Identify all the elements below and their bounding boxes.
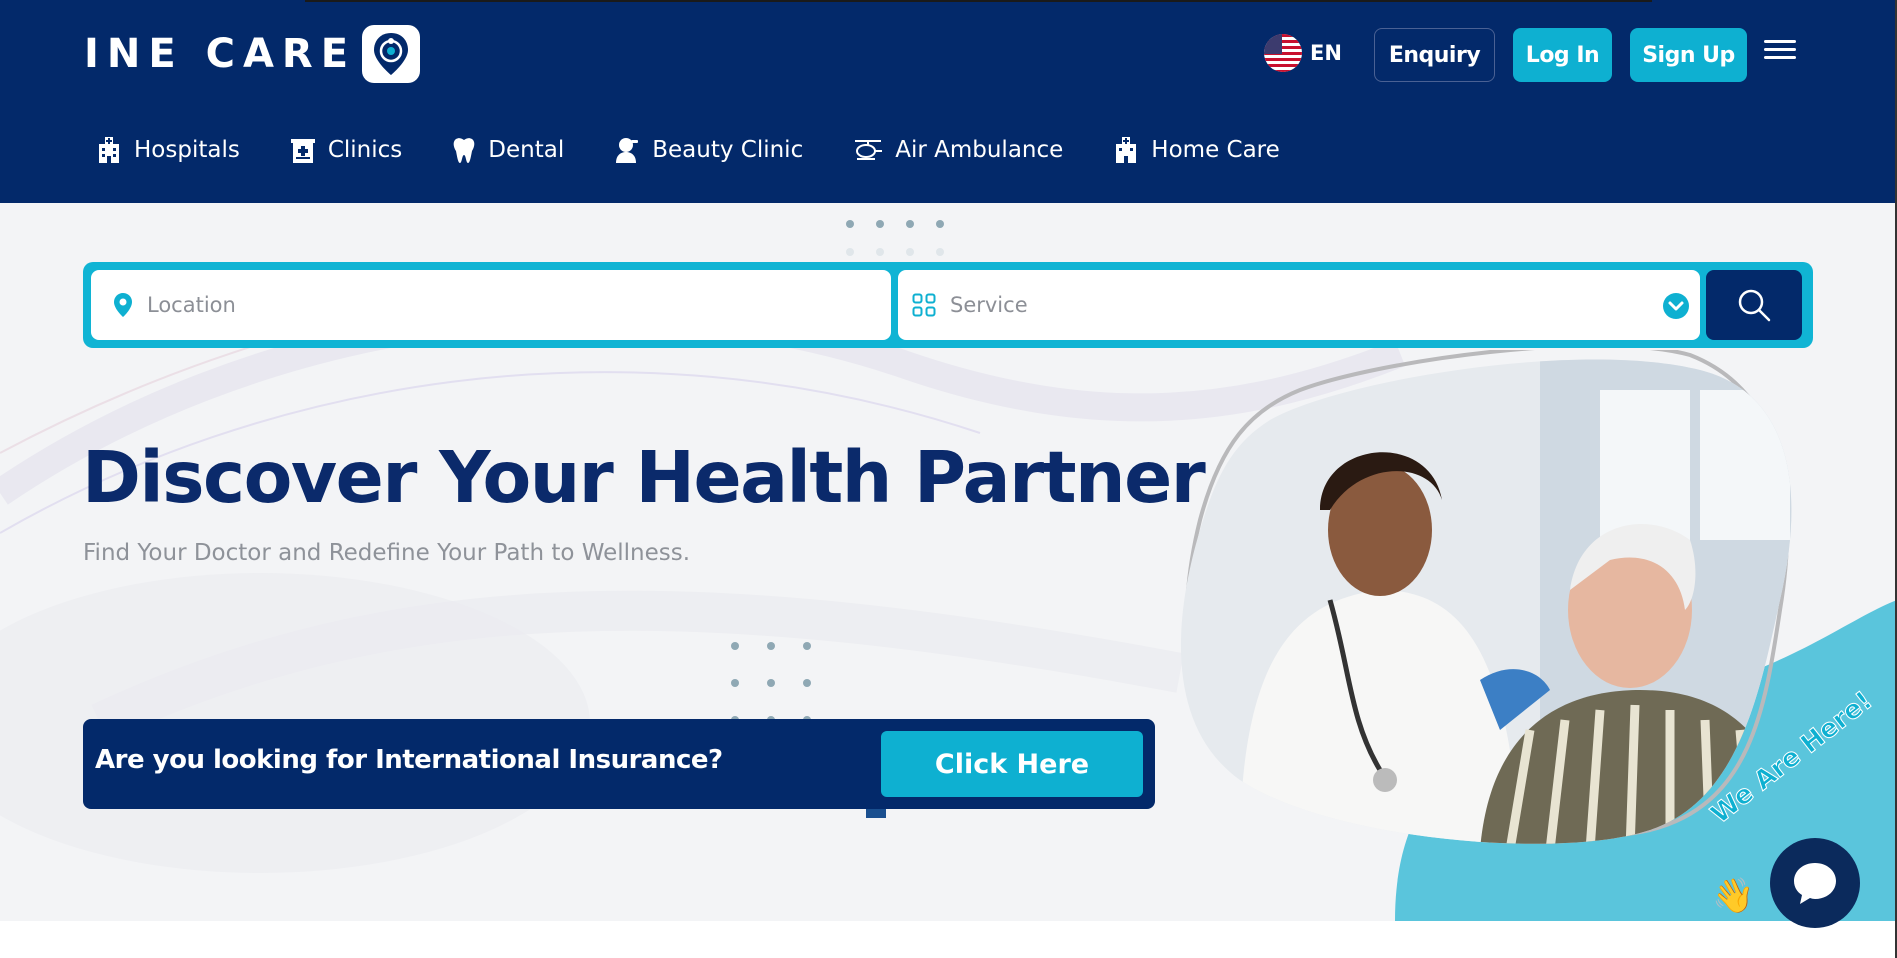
beauty-icon	[616, 138, 639, 163]
language-selector[interactable]: EN	[1264, 34, 1342, 72]
helicopter-icon	[855, 140, 883, 160]
nav-label: Air Ambulance	[895, 137, 1064, 163]
main-nav: Hospitals Clinics Dental Beauty Clinic A…	[96, 136, 1330, 164]
chat-button[interactable]	[1770, 838, 1860, 928]
location-field[interactable]	[91, 270, 891, 340]
nav-item-beauty-clinic[interactable]: Beauty Clinic	[614, 136, 803, 164]
top-border	[305, 0, 1652, 2]
click-here-button[interactable]: Click Here	[881, 731, 1143, 797]
us-flag-icon	[1264, 34, 1302, 72]
chat-bubble-icon	[1794, 863, 1836, 904]
logo-mark-icon	[362, 25, 421, 83]
decor-tab	[866, 809, 886, 818]
clinic-icon	[290, 139, 315, 163]
nav-item-home-care[interactable]: Home Care	[1113, 136, 1280, 164]
location-pin-icon	[114, 293, 132, 317]
hero-subtitle: Find Your Doctor and Redefine Your Path …	[83, 540, 691, 566]
waving-hand-icon: 👋	[1712, 876, 1755, 916]
chevron-down-icon[interactable]	[1662, 292, 1690, 320]
home-care-icon	[1116, 137, 1137, 163]
grid-icon	[912, 293, 936, 317]
enquiry-button[interactable]: Enquiry	[1374, 28, 1495, 82]
nav-item-air-ambulance[interactable]: Air Ambulance	[853, 136, 1063, 164]
page-below-hero	[0, 921, 1897, 958]
login-button[interactable]: Log In	[1513, 28, 1612, 82]
insurance-question: Are you looking for International Insura…	[95, 745, 723, 775]
logo-text: INE CARE	[84, 31, 357, 77]
nav-item-clinics[interactable]: Clinics	[290, 136, 402, 164]
signup-button[interactable]: Sign Up	[1630, 28, 1747, 82]
nav-item-dental[interactable]: Dental	[452, 136, 564, 164]
nav-item-hospitals[interactable]: Hospitals	[96, 136, 240, 164]
search-icon	[1738, 289, 1771, 322]
nav-label: Beauty Clinic	[652, 137, 804, 163]
nav-label: Dental	[488, 137, 565, 163]
logo[interactable]: INE CARE	[84, 24, 421, 84]
hero-title: Discover Your Health Partner	[82, 436, 1206, 519]
nav-label: Clinics	[327, 137, 403, 163]
language-code: EN	[1310, 41, 1342, 65]
nav-label: Hospitals	[134, 137, 240, 163]
location-input[interactable]	[147, 293, 747, 317]
hospital-icon	[99, 137, 119, 163]
nav-label: Home Care	[1151, 137, 1280, 163]
site-header: INE CARE EN Enquiry Log In Sign Up Hospi…	[0, 0, 1897, 203]
tooth-icon	[453, 138, 475, 163]
service-field[interactable]	[898, 270, 1700, 340]
insurance-banner: Are you looking for International Insura…	[83, 719, 1155, 809]
hamburger-icon[interactable]	[1764, 40, 1796, 70]
service-select[interactable]	[950, 293, 1550, 317]
search-button[interactable]	[1706, 270, 1802, 340]
